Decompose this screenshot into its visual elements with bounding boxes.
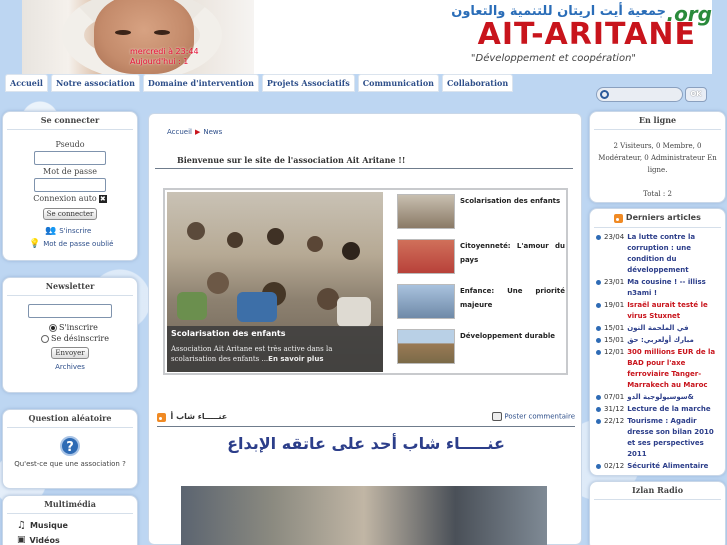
radio-panel: Izlan Radio bbox=[589, 481, 726, 545]
slide-thumb-title: Scolarisation des enfants bbox=[460, 197, 561, 205]
auto-login-label: Connexion auto bbox=[33, 194, 97, 203]
slide-description: Association Ait Aritane est très active … bbox=[171, 345, 333, 363]
multimedia-title: Multimédia bbox=[7, 496, 133, 514]
post-comment-link[interactable]: Poster commentaire bbox=[492, 412, 575, 421]
slide-thumb-item[interactable]: Développement durable bbox=[397, 329, 565, 374]
lightbulb-icon: 💡 bbox=[29, 239, 41, 249]
password-field[interactable] bbox=[34, 178, 106, 192]
slide-thumb-image bbox=[397, 239, 455, 274]
article-header-bar: عنـــــاء شاب أ Poster commentaire bbox=[157, 412, 575, 427]
slide-thumb-item[interactable]: Scolarisation des enfants bbox=[397, 194, 565, 239]
slide-thumb-item[interactable]: Citoyenneté: L'amour du pays bbox=[397, 239, 565, 284]
main-content: Accueil ▶ News Bienvenue sur le site de l'… bbox=[148, 113, 582, 545]
question-link[interactable]: Qu'est-ce que une association ? bbox=[3, 460, 137, 468]
music-link[interactable]: ♫ Musique bbox=[3, 520, 137, 531]
featured-slider: Scolarisation des enfants Association Ai… bbox=[163, 188, 568, 375]
slide-thumbnails: Scolarisation des enfants Citoyenneté: L… bbox=[397, 194, 565, 374]
auto-login-row: Connexion auto ✖ bbox=[3, 194, 137, 203]
slide-title: Scolarisation des enfants bbox=[171, 329, 286, 338]
newsletter-email-field[interactable] bbox=[28, 304, 112, 318]
slide-thumb-item[interactable]: Enfance: Une priorité majeure bbox=[397, 284, 565, 329]
password-label: Mot de passe bbox=[43, 167, 97, 176]
list-item[interactable]: 23/04 La lutte contre la corruption : une… bbox=[596, 232, 721, 276]
list-item[interactable]: 19/01 Israël aurait testé le virus Stuxne… bbox=[596, 300, 721, 322]
login-button[interactable]: Se connecter bbox=[42, 208, 98, 220]
pseudo-field[interactable] bbox=[34, 151, 106, 165]
breadcrumb: Accueil ▶ News bbox=[167, 128, 222, 136]
online-panel: En ligne 2 Visiteurs, 0 Membre, 0 Modéra… bbox=[589, 111, 726, 203]
register-link[interactable]: 👥 S'inscrire bbox=[45, 226, 137, 236]
random-question-panel: Question aléatoire ? Qu'est-ce que une a… bbox=[2, 409, 138, 489]
breadcrumb-current: News bbox=[203, 128, 223, 136]
multimedia-panel: Multimédia ♫ Musique ▣ Vidéos bbox=[2, 495, 138, 545]
question-title: Question aléatoire bbox=[7, 410, 133, 428]
rss-icon[interactable] bbox=[157, 412, 166, 422]
list-item[interactable]: 07/01 سوسيولوجية الدو& bbox=[596, 392, 721, 403]
nav-tab-collaboration[interactable]: Collaboration bbox=[442, 74, 514, 92]
list-item[interactable]: 02/12 Sécurité Alimentaire bbox=[596, 461, 721, 472]
music-note-icon: ♫ bbox=[17, 520, 26, 531]
auto-login-checkbox[interactable]: ✖ bbox=[98, 195, 107, 203]
search-button[interactable]: OK bbox=[685, 87, 707, 102]
comment-icon bbox=[492, 412, 503, 421]
newsletter-send-button[interactable]: Envoyer bbox=[51, 347, 89, 359]
videos-link[interactable]: ▣ Vidéos bbox=[3, 535, 137, 545]
subscribe-option[interactable]: S'inscrire bbox=[49, 323, 137, 332]
welcome-heading: Bienvenue sur le site de l'association A… bbox=[155, 152, 573, 169]
forgot-password-link[interactable]: 💡 Mot de passe oublié bbox=[29, 239, 137, 249]
latest-articles-list: 23/04 La lutte contre la corruption : une… bbox=[590, 228, 725, 472]
login-panel: Se connecter Pseudo Mot de passe Connexi… bbox=[2, 111, 138, 261]
article-title: عنـــــاء شاب أحد على عاتقه الإبداع bbox=[227, 434, 505, 453]
nav-tab-accueil[interactable]: Accueil bbox=[5, 74, 48, 92]
read-more-link[interactable]: En savoir plus bbox=[268, 355, 323, 363]
online-stats: 2 Visiteurs, 0 Membre, 0 Modérateur, 0 A… bbox=[598, 142, 717, 174]
slide-thumb-title: Développement durable bbox=[460, 332, 555, 340]
login-title: Se connecter bbox=[7, 112, 133, 130]
article-small-title[interactable]: عنـــــاء شاب أ bbox=[171, 412, 228, 421]
film-icon: ▣ bbox=[17, 535, 26, 545]
online-total: Total : 2 bbox=[643, 190, 672, 198]
rss-icon[interactable] bbox=[614, 213, 624, 223]
slide-caption: Scolarisation des enfants Association Ai… bbox=[167, 326, 383, 372]
nav-tab-projets[interactable]: Projets Associatifs bbox=[261, 74, 355, 92]
pseudo-label: Pseudo bbox=[55, 140, 85, 149]
site-logo[interactable]: AIT-ARITANE bbox=[478, 17, 696, 52]
help-icon: ? bbox=[60, 436, 80, 456]
users-icon: 👥 bbox=[45, 226, 57, 236]
list-item[interactable]: 31/12 Lecture de la marche bbox=[596, 404, 721, 415]
newsletter-title: Newsletter bbox=[7, 278, 133, 296]
slide-thumb-image bbox=[397, 329, 455, 364]
nav-tab-communication[interactable]: Communication bbox=[357, 74, 439, 92]
article-video[interactable] bbox=[181, 486, 547, 545]
nav-tab-domaine[interactable]: Domaine d'intervention bbox=[142, 74, 259, 92]
banner-clock: mercredi à 23:44 Aujourd'hui : 1 bbox=[130, 47, 199, 66]
slide-thumb-image bbox=[397, 284, 455, 319]
slide-thumb-title: Citoyenneté: L'amour du pays bbox=[460, 242, 565, 264]
subscribe-radio[interactable] bbox=[49, 324, 57, 332]
slide-main-image[interactable]: Scolarisation des enfants Association Ai… bbox=[167, 192, 383, 372]
slide-thumb-image bbox=[397, 194, 455, 229]
list-item[interactable]: 23/01 Ma cousine ! -- illiss n3ami ! bbox=[596, 277, 721, 299]
list-item[interactable]: 22/12 Tourisme : Agadir dresse son bilan … bbox=[596, 416, 721, 460]
archives-link[interactable]: Archives bbox=[3, 363, 137, 371]
logo-tagline: "Développement et coopération" bbox=[470, 53, 636, 64]
search-icon bbox=[600, 90, 609, 99]
latest-articles-panel: Derniers articles 23/04 La lutte contre l… bbox=[589, 208, 726, 476]
latest-title: Derniers articles bbox=[594, 209, 721, 228]
online-title: En ligne bbox=[594, 112, 721, 130]
unsubscribe-radio[interactable] bbox=[41, 335, 49, 343]
list-item[interactable]: 15/01 في الملحمة النون bbox=[596, 323, 721, 334]
radio-title: Izlan Radio bbox=[594, 482, 721, 500]
search-input[interactable] bbox=[596, 87, 683, 102]
slide-thumb-title: Enfance: Une priorité majeure bbox=[460, 287, 565, 309]
newsletter-panel: Newsletter S'inscrire Se désinscrire Env… bbox=[2, 277, 138, 393]
list-item[interactable]: 12/01 300 millions EUR de la BAD pour l'a… bbox=[596, 347, 721, 391]
main-nav: Accueil Notre association Domaine d'inte… bbox=[5, 74, 514, 92]
breadcrumb-home[interactable]: Accueil bbox=[167, 128, 192, 136]
nav-tab-notre-association[interactable]: Notre association bbox=[50, 74, 140, 92]
breadcrumb-arrow-icon: ▶ bbox=[195, 128, 201, 136]
site-banner: mercredi à 23:44 Aujourd'hui : 1 جمعية أ… bbox=[22, 0, 712, 74]
unsubscribe-option[interactable]: Se désinscrire bbox=[41, 334, 137, 343]
list-item[interactable]: 15/01 مبارك أولعربي: حق bbox=[596, 335, 721, 346]
